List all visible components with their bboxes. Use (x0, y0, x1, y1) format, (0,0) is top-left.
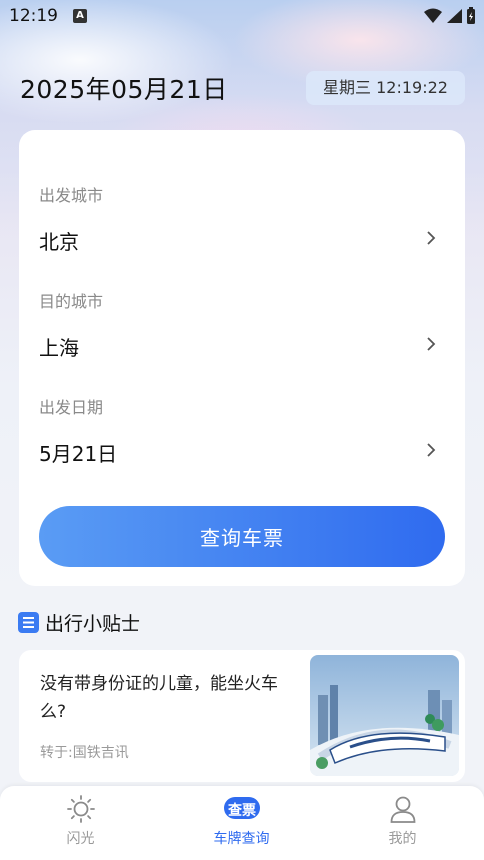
tip-article-source: 转于:国铁吉讯 (40, 745, 129, 761)
list-icon (18, 612, 39, 633)
tip-article-title: 没有带身份证的儿童，能坐火车么? (40, 674, 278, 722)
query-ticket-icon-text: 查票 (228, 803, 256, 819)
date-label: 出发日期 (39, 398, 104, 417)
chevron-right-icon (427, 337, 436, 351)
ticket-search-card: 出发城市 北京 目的城市 上海 出发日期 5月21日 查询车票 (19, 130, 465, 586)
departure-value: 北京 (39, 230, 79, 254)
tab-flash-label: 闪光 (66, 831, 95, 847)
status-time: 12:19 (9, 6, 58, 26)
bottom-tab-bar: 闪光 查票 车牌查询 我的 (0, 786, 484, 860)
tab-plate-query[interactable]: 查票 车牌查询 (161, 786, 322, 860)
system-icons (424, 7, 476, 25)
notification-icon: A (73, 9, 87, 23)
battery-icon (467, 7, 475, 24)
departure-field[interactable]: 北京 (19, 218, 465, 262)
wifi-icon (424, 8, 442, 23)
destination-field[interactable]: 上海 (19, 324, 465, 368)
tips-title: 出行小贴士 (45, 613, 141, 635)
user-icon (390, 796, 416, 823)
signal-icon (447, 9, 462, 23)
train-thumbnail (310, 655, 459, 776)
chevron-right-icon (427, 443, 436, 457)
destination-value: 上海 (39, 336, 79, 360)
tab-flash[interactable]: 闪光 (0, 786, 161, 860)
date-value: 5月21日 (39, 442, 118, 466)
tab-mine-label: 我的 (388, 831, 417, 847)
tips-header: 出行小贴士 (18, 609, 140, 636)
tip-article-card[interactable]: 没有带身份证的儿童，能坐火车么? 转于:国铁吉讯 (19, 650, 465, 782)
tab-plate-query-label: 车牌查询 (213, 831, 270, 847)
status-bar: 12:19 A (0, 0, 484, 32)
destination-label: 目的城市 (39, 292, 104, 311)
query-ticket-icon: 查票 (223, 794, 261, 824)
chevron-right-icon (427, 231, 436, 245)
sun-icon (67, 795, 95, 823)
tab-mine[interactable]: 我的 (322, 786, 483, 860)
departure-label: 出发城市 (39, 186, 104, 205)
current-date: 2025年05月21日 (20, 75, 228, 104)
search-tickets-button[interactable]: 查询车票 (39, 506, 445, 567)
date-field[interactable]: 5月21日 (19, 430, 465, 474)
weekday-time-badge: 星期三 12:19:22 (306, 71, 465, 105)
